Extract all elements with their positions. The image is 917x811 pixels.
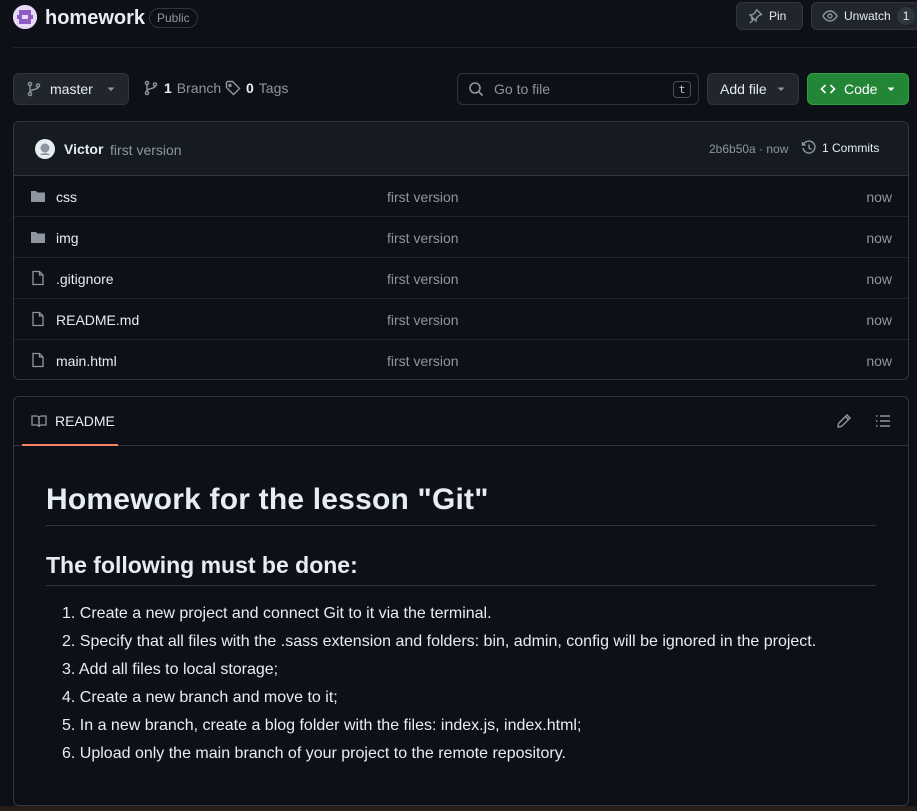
chevron-down-icon (106, 84, 116, 94)
file-commit-message[interactable]: first version (387, 189, 459, 205)
unwatch-label: Unwatch (844, 9, 891, 23)
commits-count-label: 1 Commits (822, 141, 880, 155)
search-shortcut-key: t (673, 81, 691, 98)
repo-owner-avatar[interactable] (13, 5, 37, 29)
file-row[interactable]: main.html first version now (14, 340, 908, 379)
add-file-label: Add file (720, 81, 767, 97)
file-row[interactable]: .gitignore first version now (14, 258, 908, 299)
file-name-link[interactable]: .gitignore (56, 271, 114, 287)
folder-icon (30, 229, 46, 245)
repo-header: homework Public Pin Unwatch 1 (0, 0, 917, 36)
pin-button[interactable]: Pin (736, 2, 803, 30)
commit-message-link[interactable]: first version (110, 142, 182, 158)
readme-subtitle: The following must be done: (46, 552, 876, 586)
list-item: 1. Create a new project and connect Git … (62, 605, 492, 622)
pencil-icon[interactable] (836, 413, 852, 429)
search-placeholder: Go to file (494, 81, 551, 97)
task-list: 1. Create a new project and connect Git … (46, 600, 876, 768)
branch-count-label: Branch (176, 80, 222, 96)
list-outline-icon[interactable] (875, 413, 891, 429)
branch-name: master (50, 81, 93, 97)
file-name-link[interactable]: css (56, 189, 77, 205)
file-name-link[interactable]: README.md (56, 312, 139, 328)
file-commit-time: now (866, 271, 892, 287)
readme-header: README (14, 397, 908, 446)
file-commit-time: now (866, 353, 892, 369)
branches-link[interactable]: 1 Branch (143, 80, 221, 96)
commit-hash-time[interactable]: 2b6b50a · now (709, 142, 788, 156)
file-row[interactable]: img first version now (14, 217, 908, 258)
pin-icon (747, 8, 763, 24)
search-icon (468, 81, 484, 97)
file-icon (30, 352, 46, 368)
tag-count-label: Tags (258, 80, 289, 96)
folder-icon (30, 188, 46, 204)
chevron-down-icon (776, 84, 786, 94)
pin-label: Pin (769, 9, 787, 23)
file-row[interactable]: css first version now (14, 176, 908, 217)
commits-history-link[interactable]: 1 Commits (801, 140, 879, 156)
repo-name-link[interactable]: homework (45, 7, 145, 30)
tag-icon (225, 80, 241, 96)
visibility-badge: Public (149, 8, 198, 28)
file-commit-message[interactable]: first version (387, 353, 459, 369)
bottom-divider (0, 806, 917, 811)
file-browser: Victor first version 2b6b50a · now 1 Com… (13, 121, 909, 380)
readme-tab[interactable]: README (22, 397, 118, 446)
history-icon (801, 140, 817, 156)
code-icon (820, 81, 836, 97)
tags-link[interactable]: 0 Tags (225, 80, 288, 96)
tag-count: 0 (246, 80, 254, 96)
file-commit-message[interactable]: first version (387, 312, 459, 328)
readme-tab-label: README (55, 412, 115, 429)
book-icon (31, 413, 47, 429)
commit-author-link[interactable]: Victor (64, 141, 103, 157)
code-label: Code (844, 81, 878, 97)
file-icon (30, 270, 46, 286)
list-item: 6. Upload only the main branch of your p… (62, 745, 566, 762)
list-item: 4. Create a new branch and move to it; (62, 689, 338, 706)
branch-count: 1 (164, 80, 172, 96)
readme-content: Homework for the lesson "Git" The follow… (46, 483, 876, 768)
file-commit-message[interactable]: first version (387, 271, 459, 287)
readme-panel: README Homework for the lesson "Git" The… (13, 396, 909, 806)
file-row[interactable]: README.md first version now (14, 299, 908, 340)
add-file-button[interactable]: Add file (707, 73, 799, 105)
latest-commit-bar: Victor first version 2b6b50a · now 1 Com… (14, 122, 908, 176)
file-name-link[interactable]: main.html (56, 353, 117, 369)
file-name-link[interactable]: img (56, 230, 79, 246)
watch-counter: 1 (896, 7, 916, 25)
file-commit-time: now (866, 189, 892, 205)
file-icon (30, 311, 46, 327)
file-commit-time: now (866, 230, 892, 246)
list-item: 5. In a new branch, create a blog folder… (62, 717, 582, 734)
branch-select-button[interactable]: master (13, 73, 129, 105)
chevron-down-icon (886, 84, 896, 94)
go-to-file-input[interactable]: Go to file t (457, 73, 699, 105)
readme-title: Homework for the lesson "Git" (46, 483, 876, 526)
branch-icon (26, 81, 42, 97)
list-item: 2. Specify that all files with the .sass… (62, 633, 817, 650)
commit-author-avatar[interactable] (35, 139, 55, 159)
header-divider (13, 47, 917, 48)
eye-icon (822, 8, 838, 24)
file-commit-time: now (866, 312, 892, 328)
list-item: 3. Add all files to local storage; (62, 661, 279, 678)
unwatch-button[interactable]: Unwatch 1 (811, 2, 917, 30)
file-commit-message[interactable]: first version (387, 230, 459, 246)
branch-icon (143, 80, 159, 96)
code-button[interactable]: Code (807, 73, 909, 105)
